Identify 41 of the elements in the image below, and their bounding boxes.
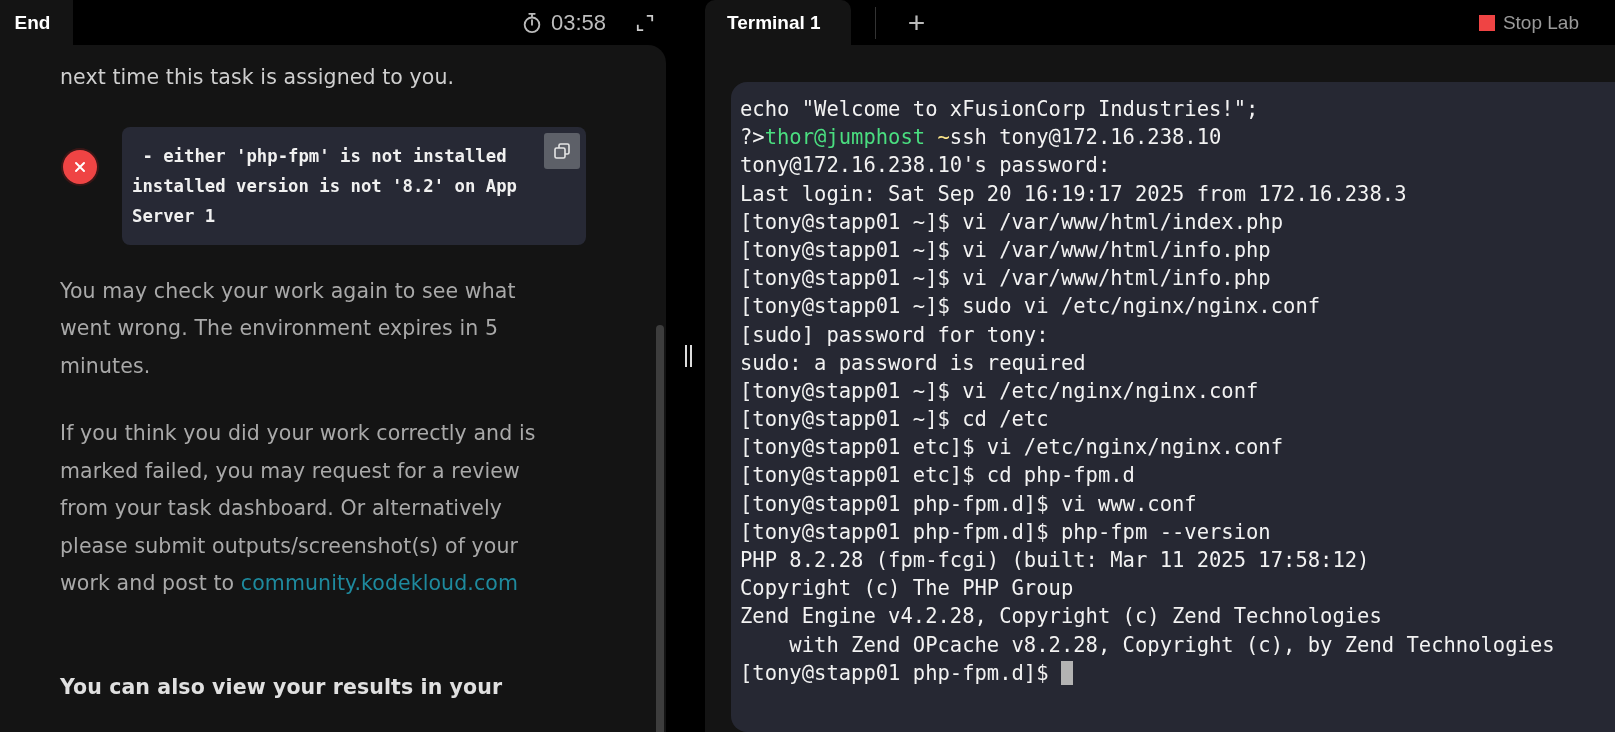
timer-text: 03:58 xyxy=(550,9,606,36)
copy-icon xyxy=(552,140,572,161)
intro-text: next time this task is assigned to you. xyxy=(60,64,456,91)
terminal-line: with Zend OPcache v8.2.28, Copyright (c), by Zend Technologies xyxy=(788,631,1555,659)
stop-lab-button[interactable]: Stop Lab xyxy=(1502,11,1579,34)
error-text: installed version is not '8.2' on App xyxy=(132,175,517,196)
terminal-line: [tony@stapp01 etc]$ cd php-fpm.d xyxy=(740,462,1135,490)
terminal-line: [tony@stapp01 ~]$ vi /etc/nginx/nginx.conf xyxy=(740,377,1259,405)
add-tab-button[interactable]: + xyxy=(903,7,930,38)
copy-button[interactable] xyxy=(544,132,580,169)
terminal-line: [tony@stapp01 ~]$ vi /var/www/html/info.php xyxy=(740,236,1271,264)
terminal-line: tony@172.16.238.10's password: xyxy=(740,152,1111,180)
scrollbar-thumb[interactable] xyxy=(656,325,664,732)
expand-icon[interactable] xyxy=(636,13,654,32)
terminal-line: sudo: a password is required xyxy=(740,349,1086,377)
terminal-line: [tony@stapp01 php-fpm.d]$ vi www.conf xyxy=(740,490,1197,518)
terminal-line: [tony@stapp01 php-fpm.d]$ php-fpm --version xyxy=(740,518,1271,546)
info-paragraph: If you think you did your work correctly and is marked failed, you may request for a review from your task dashboard. Or alternatively please submit outputs/screenshot(s) of your work and post to community.kodekloud.com xyxy=(60,420,537,597)
resize-handle[interactable] xyxy=(685,345,692,367)
terminal-line: [tony@stapp01 ~]$ vi /var/www/html/info.php xyxy=(740,265,1271,293)
terminal-line: Last login: Sat Sep 20 16:19:17 2025 from 172.16.238.3 xyxy=(740,180,1407,208)
terminal-line: [tony@stapp01 php-fpm.d]$ xyxy=(740,659,1050,687)
stop-icon xyxy=(1478,14,1495,31)
terminal-line: [tony@stapp01 ~]$ sudo vi /etc/nginx/nginx.conf xyxy=(740,293,1321,321)
terminal-line: [tony@stapp01 ~]$ vi /var/www/html/index.php xyxy=(740,208,1284,236)
terminal-line: Zend Engine v4.2.28, Copyright (c) Zend Technologies xyxy=(740,603,1382,631)
terminal-line: echo "Welcome to xFusionCorp Industries!"; xyxy=(740,96,1259,123)
terminal-line: PHP 8.2.28 (fpm-fcgi) (built: Mar 11 2025 17:58:12) xyxy=(740,547,1370,574)
terminal-tab[interactable]: Terminal 1 xyxy=(705,0,851,45)
results-note: You can also view your results in your xyxy=(60,673,504,701)
info-paragraph: You may check your work again to see what went wrong. The environment expires in 5 minutes. xyxy=(60,277,517,380)
community-link[interactable]: community.kodekloud.com xyxy=(240,571,518,595)
terminal-line: [tony@stapp01 etc]$ vi /etc/nginx/nginx.conf xyxy=(740,434,1284,462)
error-text: Server 1 xyxy=(132,205,216,226)
terminal-line: [tony@stapp01 ~]$ cd /etc xyxy=(740,406,1049,434)
error-text: - either 'php-fpm' is not installed xyxy=(141,145,507,166)
error-icon xyxy=(60,146,100,187)
end-tab[interactable]: End xyxy=(0,0,73,45)
terminal-line: Copyright (c) The PHP Group xyxy=(740,575,1074,603)
terminal-line: [sudo] password for tony: xyxy=(740,321,1049,349)
terminal-line: ?>thor@jumphost ~ssh tony@172.16.238.10 xyxy=(740,124,1222,152)
